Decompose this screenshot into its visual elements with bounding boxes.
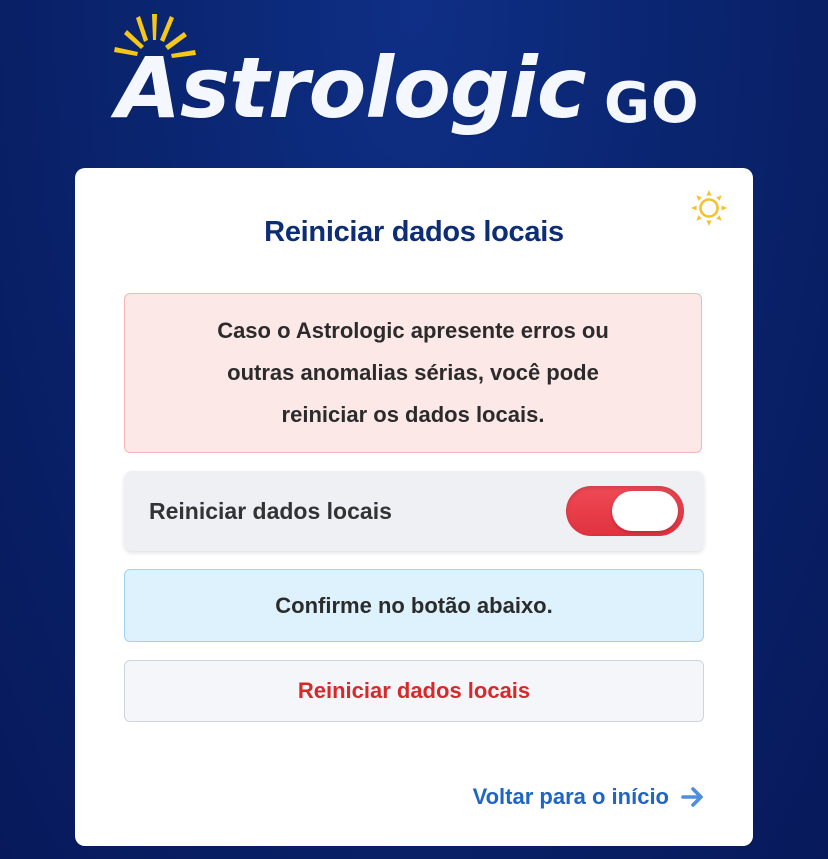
brand-logo: Astrologic GO [110, 14, 730, 154]
toggle-knob [612, 491, 678, 531]
page-title: Reiniciar dados locais [264, 216, 564, 248]
brand-suffix: GO [604, 71, 700, 136]
brand-wordmark: Astrologic [116, 39, 587, 137]
warning-text: Caso o Astrologic apresente erros ou out… [217, 318, 609, 427]
reset-data-button-label: Reiniciar dados locais [297, 678, 531, 703]
back-link-label: Voltar para o início [472, 784, 669, 809]
confirm-info-text: Confirme no botão abaixo. [275, 592, 553, 618]
reset-toggle-switch[interactable] [566, 486, 684, 536]
back-to-home-link[interactable]: Voltar para o início [473, 784, 705, 810]
reset-card: Reiniciar dados locais Caso o Astrologic… [75, 168, 753, 846]
warning-alert: Caso o Astrologic apresente erros ou out… [124, 293, 702, 453]
reset-toggle-label: Reiniciar dados locais [149, 497, 392, 524]
reset-data-button[interactable]: Reiniciar dados locais [124, 660, 704, 722]
reset-toggle-row: Reiniciar dados locais [124, 471, 704, 551]
arrow-right-icon [681, 787, 703, 807]
confirm-info-alert: Confirme no botão abaixo. [124, 569, 704, 642]
